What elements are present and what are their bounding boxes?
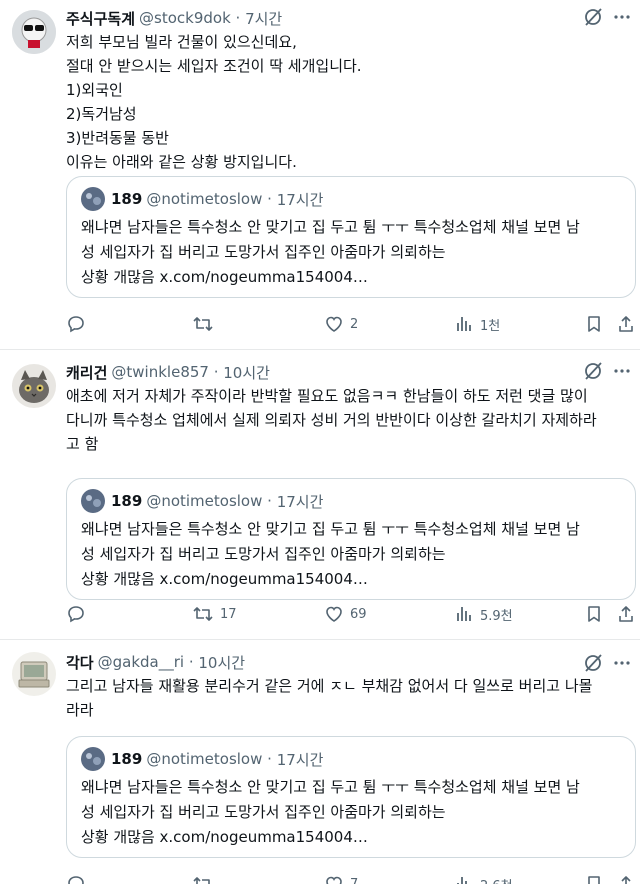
- share-icon: [619, 316, 633, 332]
- views-button[interactable]: 1천: [454, 312, 500, 336]
- quoted-author-handle: @notimetoslow: [146, 492, 263, 510]
- post[interactable]: 캐리건 @twinkle857 · 10시간 애초에 저거 자체가 주작이라 반…: [0, 350, 640, 640]
- meta-separator: ·: [208, 363, 224, 381]
- views-button[interactable]: 5.9천: [454, 602, 513, 626]
- post[interactable]: 주식구독계 @stock9dok · 7시간 저희 부모님 빌라 건물이 있으신…: [0, 0, 640, 350]
- views-icon: [457, 607, 471, 621]
- repost-count: 17: [220, 606, 237, 622]
- quoted-author-name: 189: [111, 750, 143, 768]
- quoted-author-name: 189: [111, 492, 143, 510]
- post-time[interactable]: 10시간: [223, 362, 270, 383]
- quoted-post[interactable]: 189 @notimetoslow · 17시간 왜냐면 남자들은 특수청소 안…: [66, 176, 636, 298]
- author-handle[interactable]: @gakda__ri: [98, 653, 184, 671]
- repost-icon: [193, 607, 213, 621]
- quoted-post-text: 왜냐면 남자들은 특수청소 안 맞기고 집 두고 튐 ㅜㅜ 특수청소업체 채널 …: [81, 778, 580, 846]
- author-name[interactable]: 각다: [66, 652, 94, 673]
- quoted-avatar: [81, 489, 105, 513]
- post[interactable]: 각다 @gakda__ri · 10시간 그리고 남자들 재활용 분리수거 같은…: [0, 640, 640, 884]
- quoted-author-handle: @notimetoslow: [146, 750, 263, 768]
- avatar[interactable]: [12, 652, 56, 696]
- like-count: 2: [350, 316, 359, 332]
- reply-button[interactable]: [66, 872, 92, 884]
- more-icon[interactable]: [612, 361, 632, 381]
- share-button[interactable]: [616, 312, 636, 336]
- avatar-image: [12, 10, 56, 54]
- quoted-avatar: [81, 187, 105, 211]
- reply-button[interactable]: [66, 312, 92, 336]
- like-count: 7: [350, 876, 359, 884]
- post-text: 그리고 남자들 재활용 분리수거 같은 거에 ㅈㄴ 부채감 없어서 다 일쓰로 …: [66, 677, 593, 719]
- post-text: 저희 부모님 빌라 건물이 있으신데요, 절대 안 받으시는 세입자 조건이 딱…: [66, 33, 362, 171]
- views-icon: [457, 877, 467, 884]
- bookmark-button[interactable]: [584, 312, 604, 336]
- reply-icon: [68, 876, 84, 884]
- reply-icon: [68, 316, 84, 333]
- avatar-image: [12, 652, 56, 696]
- avatar[interactable]: [12, 10, 56, 54]
- share-icon: [619, 606, 633, 622]
- bookmark-icon: [588, 606, 600, 622]
- quoted-post[interactable]: 189 @notimetoslow · 17시간 왜냐면 남자들은 특수청소 안…: [66, 478, 636, 600]
- reply-button[interactable]: [66, 602, 92, 626]
- quoted-author-name: 189: [111, 190, 143, 208]
- author-name[interactable]: 주식구독계: [66, 8, 135, 29]
- author-name[interactable]: 캐리건: [66, 362, 107, 383]
- bookmark-button[interactable]: [584, 872, 604, 884]
- meta-separator: ·: [230, 9, 246, 27]
- meta-separator: ·: [184, 653, 199, 671]
- quoted-author-handle: @notimetoslow: [146, 190, 263, 208]
- quoted-post-time: 17시간: [276, 750, 324, 769]
- bookmark-icon: [588, 316, 600, 332]
- like-button[interactable]: 2: [324, 312, 358, 336]
- bookmark-button[interactable]: [584, 602, 604, 626]
- views-count: 2.6천: [480, 875, 513, 884]
- avatar-image: [12, 364, 56, 408]
- like-icon: [326, 316, 342, 332]
- post-time[interactable]: 10시간: [198, 652, 245, 673]
- reply-icon: [68, 606, 84, 623]
- more-icon[interactable]: [612, 653, 632, 673]
- like-button[interactable]: 7: [324, 872, 358, 884]
- grok-icon[interactable]: [582, 360, 604, 382]
- action-bar: 7 2.6천: [66, 872, 640, 884]
- repost-button[interactable]: [192, 872, 220, 884]
- action-bar: 2 1천: [66, 312, 640, 336]
- repost-button[interactable]: [192, 312, 220, 336]
- views-count: 5.9천: [480, 608, 513, 624]
- author-handle[interactable]: @stock9dok: [139, 9, 231, 27]
- like-icon: [326, 876, 342, 884]
- more-icon[interactable]: [612, 7, 632, 27]
- repost-icon: [193, 317, 213, 331]
- like-count: 69: [350, 606, 367, 622]
- views-count: 1천: [480, 318, 501, 334]
- share-icon: [621, 876, 631, 884]
- grok-icon[interactable]: [582, 652, 604, 674]
- quoted-post-time: 17시간: [276, 190, 324, 209]
- post-time[interactable]: 7시간: [245, 8, 282, 29]
- like-icon: [326, 606, 342, 622]
- quoted-post-time: 17시간: [276, 492, 324, 511]
- grok-icon[interactable]: [582, 6, 604, 28]
- share-button[interactable]: [616, 872, 636, 884]
- quoted-post-text: 왜냐면 남자들은 특수청소 안 맞기고 집 두고 튐 ㅜㅜ 특수청소업체 채널 …: [81, 520, 580, 588]
- avatar[interactable]: [12, 364, 56, 408]
- share-button[interactable]: [616, 602, 636, 626]
- views-button[interactable]: 2.6천: [454, 872, 513, 884]
- author-handle[interactable]: @twinkle857: [111, 363, 209, 381]
- quoted-post[interactable]: 189 @notimetoslow · 17시간 왜냐면 남자들은 특수청소 안…: [66, 736, 636, 858]
- quoted-post-text: 왜냐면 남자들은 특수청소 안 맞기고 집 두고 튐 ㅜㅜ 특수청소업체 채널 …: [81, 218, 580, 286]
- bookmark-icon: [588, 876, 600, 884]
- like-button[interactable]: 69: [324, 602, 367, 626]
- repost-icon: [193, 877, 210, 884]
- quoted-avatar: [81, 747, 105, 771]
- views-icon: [457, 317, 471, 331]
- post-text: 애초에 저거 자체가 주작이라 반박할 필요도 없음ㅋㅋ 한남들이 하도 저런 …: [66, 387, 597, 453]
- action-bar: 17 69 5.9천: [66, 602, 640, 626]
- repost-button[interactable]: 17: [192, 602, 237, 626]
